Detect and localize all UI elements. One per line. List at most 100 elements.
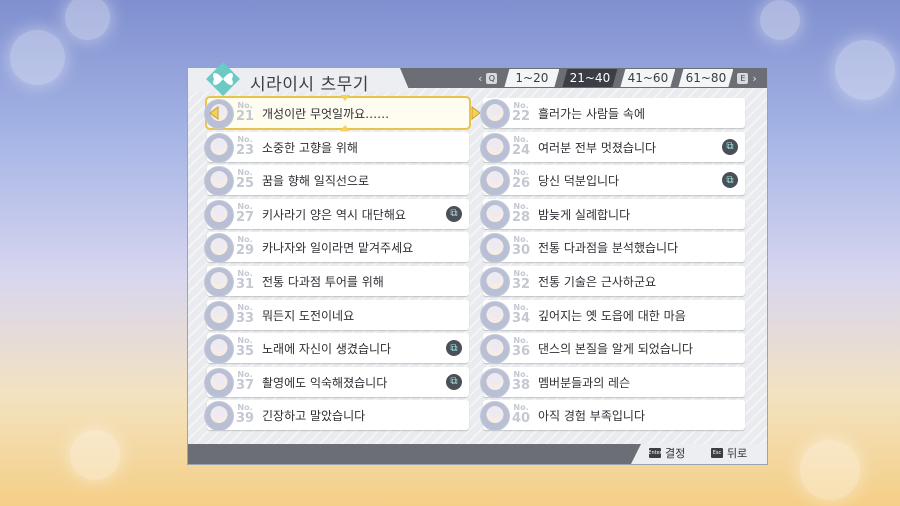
entry-number-value: 26 [511, 176, 531, 192]
character-avatar [480, 199, 510, 230]
entry-title: 카나자와 일이라면 맡겨주세요 [262, 241, 414, 256]
footer-hints: Enter 결정 Esc 뒤로 [631, 444, 767, 464]
entry-title: 노래에 자신이 생겼습니다 [262, 342, 392, 357]
entry-number: No. 35 [233, 336, 257, 358]
character-avatar [204, 334, 234, 365]
entry-title: 전통 기술은 근사하군요 [538, 275, 657, 289]
entry-title: 소중한 고향을 위해 [262, 140, 358, 155]
character-avatar [480, 132, 510, 163]
memory-entry[interactable]: No. 31 전통 다과점 투어를 위해 [204, 266, 469, 297]
memory-entry[interactable]: No. 21 개성이란 무엇일까요…… [204, 96, 471, 130]
entry-number-value: 33 [235, 310, 255, 326]
butterfly-icon [206, 62, 240, 96]
memory-entry[interactable]: No. 35 노래에 자신이 생겼습니다 ⧉ [204, 333, 469, 365]
entry-number-value: 24 [511, 142, 531, 158]
character-avatar [204, 233, 234, 264]
clip-badge-icon: ⧉ [722, 138, 738, 155]
entry-number: No. 25 [233, 168, 257, 190]
character-avatar [204, 132, 234, 163]
character-avatar [204, 199, 234, 230]
entry-title: 당신 덕분입니다 [538, 174, 620, 189]
character-avatar [204, 267, 234, 297]
entry-number: No. 29 [233, 235, 257, 257]
memory-entry[interactable]: No. 28 밤늦게 실례합니다 [480, 198, 745, 230]
memory-entry[interactable]: No. 38 멤버분들과의 레슨 [480, 366, 745, 398]
entry-title: 흘러가는 사람들 속에 [538, 107, 645, 121]
memory-entry[interactable]: No. 22 흘러가는 사람들 속에 [480, 98, 745, 129]
esc-key-icon: Esc [711, 448, 723, 458]
page-title: 시라이시 츠무기 [250, 75, 369, 95]
memory-entry[interactable]: No. 23 소중한 고향을 위해 [204, 131, 469, 163]
character-avatar [480, 367, 510, 398]
memory-entry[interactable]: No. 33 뭐든지 도전이네요 [204, 299, 469, 331]
entry-title: 깊어지는 옛 도읍에 대한 마음 [538, 308, 686, 323]
memory-entry[interactable]: No. 36 댄스의 본질을 알게 되었습니다 [480, 333, 745, 365]
entry-number-value: 39 [235, 411, 255, 427]
entry-number-value: 27 [235, 209, 255, 225]
bokeh-decoration [10, 30, 65, 85]
entry-number: No. 23 [233, 135, 257, 157]
memory-entry[interactable]: No. 39 긴장하고 말았습니다 [204, 400, 469, 432]
clip-badge-icon: ⧉ [446, 205, 462, 222]
entry-number: No. 32 [509, 269, 533, 291]
entry-title: 멤버분들과의 레슨 [538, 375, 631, 390]
entry-number: No. 27 [233, 202, 257, 224]
entry-number: No. 37 [233, 370, 257, 392]
entry-number-value: 37 [235, 377, 255, 393]
memory-entry[interactable]: No. 30 전통 다과점을 분석했습니다 [480, 232, 745, 264]
entry-number: No. 34 [509, 303, 533, 325]
entry-number-value: 25 [235, 176, 255, 192]
entry-number-value: 35 [235, 344, 255, 360]
memory-entry[interactable]: No. 25 꿈을 향해 일직선으로 [204, 165, 469, 197]
character-avatar [204, 99, 234, 129]
clip-badge-icon: ⧉ [446, 373, 462, 390]
tab-range-41-60[interactable]: 41~60 [620, 69, 675, 87]
entry-number: No. 22 [509, 101, 533, 123]
entry-title: 뭐든지 도전이네요 [262, 308, 355, 323]
memory-entry[interactable]: No. 37 촬영에도 익숙해졌습니다 ⧉ [204, 366, 469, 398]
tab-range-21-40[interactable]: 21~40 [562, 69, 617, 87]
bokeh-decoration [70, 430, 120, 480]
character-avatar [204, 300, 234, 331]
entry-title: 개성이란 무엇일까요…… [262, 107, 390, 121]
memory-entry[interactable]: No. 24 여러분 전부 멋졌습니다 ⧉ [480, 131, 745, 163]
confirm-label: 결정 [665, 447, 686, 460]
back-hint[interactable]: Esc 뒤로 [711, 445, 747, 461]
entry-number-value: 29 [235, 243, 255, 259]
tab-prev-arrow-icon[interactable]: ‹ [478, 72, 482, 85]
clip-badge-icon: ⧉ [722, 172, 738, 189]
tab-next-key[interactable]: E [737, 72, 749, 84]
entry-number-value: 22 [511, 109, 531, 124]
entry-title: 전통 다과점 투어를 위해 [262, 275, 384, 289]
entry-number-value: 21 [235, 109, 255, 124]
tab-prev-key[interactable]: Q [486, 72, 498, 84]
memory-entry[interactable]: No. 29 카나자와 일이라면 맡겨주세요 [204, 232, 469, 264]
entry-title: 꿈을 향해 일직선으로 [262, 174, 369, 189]
character-avatar [204, 401, 234, 432]
entry-title: 촬영에도 익숙해졌습니다 [262, 375, 388, 390]
memory-entry[interactable]: No. 40 아직 경험 부족입니다 [480, 400, 745, 432]
range-tabs: ‹ Q 1~20 21~40 41~60 61~80 E › [478, 69, 757, 87]
character-avatar [480, 401, 510, 432]
memory-entry[interactable]: No. 34 깊어지는 옛 도읍에 대한 마음 [480, 299, 745, 331]
entry-title: 여러분 전부 멋졌습니다 [538, 140, 657, 155]
entry-number: No. 40 [509, 403, 533, 425]
memory-entry[interactable]: No. 26 당신 덕분입니다 ⧉ [480, 165, 745, 197]
tab-range-1-20[interactable]: 1~20 [504, 69, 559, 87]
entry-number-value: 23 [235, 142, 255, 158]
entry-number-value: 36 [511, 344, 531, 360]
confirm-hint[interactable]: Enter 결정 [648, 445, 686, 461]
tab-range-61-80[interactable]: 61~80 [678, 69, 733, 87]
entry-title: 긴장하고 말았습니다 [262, 409, 366, 424]
character-avatar [480, 166, 510, 197]
bokeh-decoration [835, 40, 895, 100]
memory-entry[interactable]: No. 32 전통 기술은 근사하군요 [480, 266, 745, 297]
entry-number-value: 30 [511, 243, 531, 259]
tab-next-arrow-icon[interactable]: › [752, 72, 756, 85]
character-avatar [204, 166, 234, 197]
entry-title: 키사라기 양은 역시 대단해요 [262, 207, 406, 222]
enter-key-icon: Enter [648, 448, 662, 458]
memory-entry[interactable]: No. 27 키사라기 양은 역시 대단해요 ⧉ [204, 198, 469, 230]
entry-number: No. 39 [233, 403, 257, 425]
character-avatar [204, 367, 234, 398]
